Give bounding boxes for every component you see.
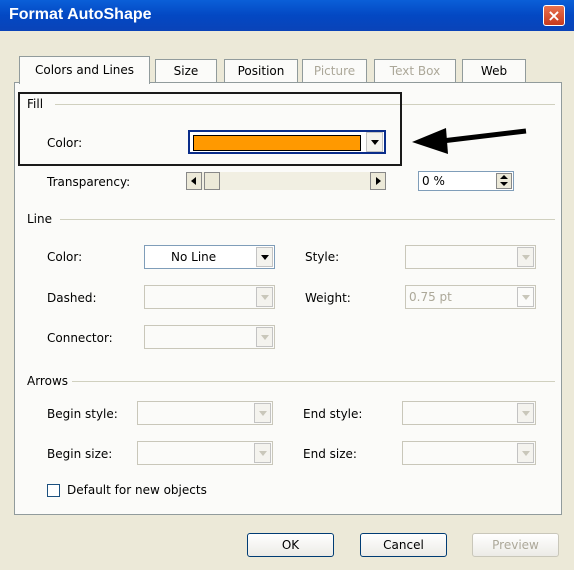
ok-button[interactable]: OK — [247, 533, 334, 557]
arrows-group-label: Arrows — [27, 374, 69, 388]
weight-value: 0.75 pt — [409, 290, 452, 304]
end-style-dropdown[interactable] — [402, 401, 536, 425]
cancel-button[interactable]: Cancel — [360, 533, 447, 557]
arrow-left-icon — [191, 177, 196, 185]
tab-picture[interactable]: Picture — [302, 59, 367, 83]
begin-style-dropdown[interactable] — [137, 401, 273, 425]
title-bar[interactable]: Format AutoShape × — [0, 0, 574, 31]
default-checkbox-label: Default for new objects — [67, 483, 207, 497]
slider-thumb[interactable] — [204, 172, 220, 190]
line-color-dropdown[interactable]: No Line — [144, 245, 275, 269]
line-style-label: Style: — [305, 250, 340, 264]
connector-label: Connector: — [47, 331, 113, 345]
tab-text-box[interactable]: Text Box — [374, 59, 456, 83]
tab-colors-and-lines[interactable]: Colors and Lines — [19, 56, 150, 84]
arrow-right-icon — [376, 177, 381, 185]
transparency-slider[interactable] — [186, 172, 386, 190]
preview-button[interactable]: Preview — [472, 533, 559, 557]
end-style-label: End style: — [303, 407, 363, 421]
close-button[interactable]: × — [543, 5, 565, 26]
arrows-divider — [72, 381, 555, 382]
chevron-down-icon[interactable] — [517, 247, 534, 267]
scroll-right-button[interactable] — [370, 172, 386, 190]
spin-down-icon[interactable] — [500, 182, 508, 186]
end-size-dropdown[interactable] — [402, 441, 536, 465]
highlight-box — [18, 92, 402, 166]
scroll-left-button[interactable] — [186, 172, 202, 190]
format-autoshape-dialog: Format AutoShape × Colors and Lines Size… — [0, 0, 574, 570]
chevron-down-icon[interactable] — [517, 403, 534, 423]
chevron-down-icon[interactable] — [256, 287, 273, 307]
dashed-label: Dashed: — [47, 291, 97, 305]
line-group-label: Line — [27, 212, 53, 226]
close-icon: × — [547, 6, 561, 25]
chevron-down-icon[interactable] — [256, 247, 273, 267]
weight-label: Weight: — [305, 291, 351, 305]
transparency-spinner[interactable]: 0 % — [418, 171, 514, 191]
end-size-label: End size: — [303, 447, 357, 461]
dialog-title: Format AutoShape — [9, 6, 152, 23]
chevron-down-icon[interactable] — [256, 327, 273, 347]
chevron-down-icon[interactable] — [254, 403, 271, 423]
begin-size-dropdown[interactable] — [137, 441, 273, 465]
begin-size-label: Begin size: — [47, 447, 113, 461]
transparency-label: Transparency: — [47, 175, 131, 189]
line-divider — [60, 219, 555, 220]
chevron-down-icon[interactable] — [254, 443, 271, 463]
dashed-dropdown[interactable] — [144, 285, 275, 309]
tab-size[interactable]: Size — [155, 59, 217, 83]
tab-web[interactable]: Web — [462, 59, 526, 83]
weight-spinner[interactable]: 0.75 pt — [405, 285, 536, 309]
transparency-value: 0 % — [422, 174, 445, 188]
pointer-arrow-icon — [412, 128, 527, 154]
tab-position[interactable]: Position — [224, 59, 298, 83]
connector-dropdown[interactable] — [144, 325, 275, 349]
begin-style-label: Begin style: — [47, 407, 118, 421]
chevron-down-icon[interactable] — [517, 443, 534, 463]
spin-up-icon[interactable] — [500, 175, 508, 179]
line-color-label: Color: — [47, 250, 83, 264]
spinner-buttons[interactable] — [496, 173, 512, 189]
line-style-dropdown[interactable] — [405, 245, 536, 269]
default-checkbox[interactable] — [47, 484, 60, 497]
line-color-value: No Line — [171, 250, 217, 264]
spin-buttons-icon[interactable] — [517, 287, 534, 307]
